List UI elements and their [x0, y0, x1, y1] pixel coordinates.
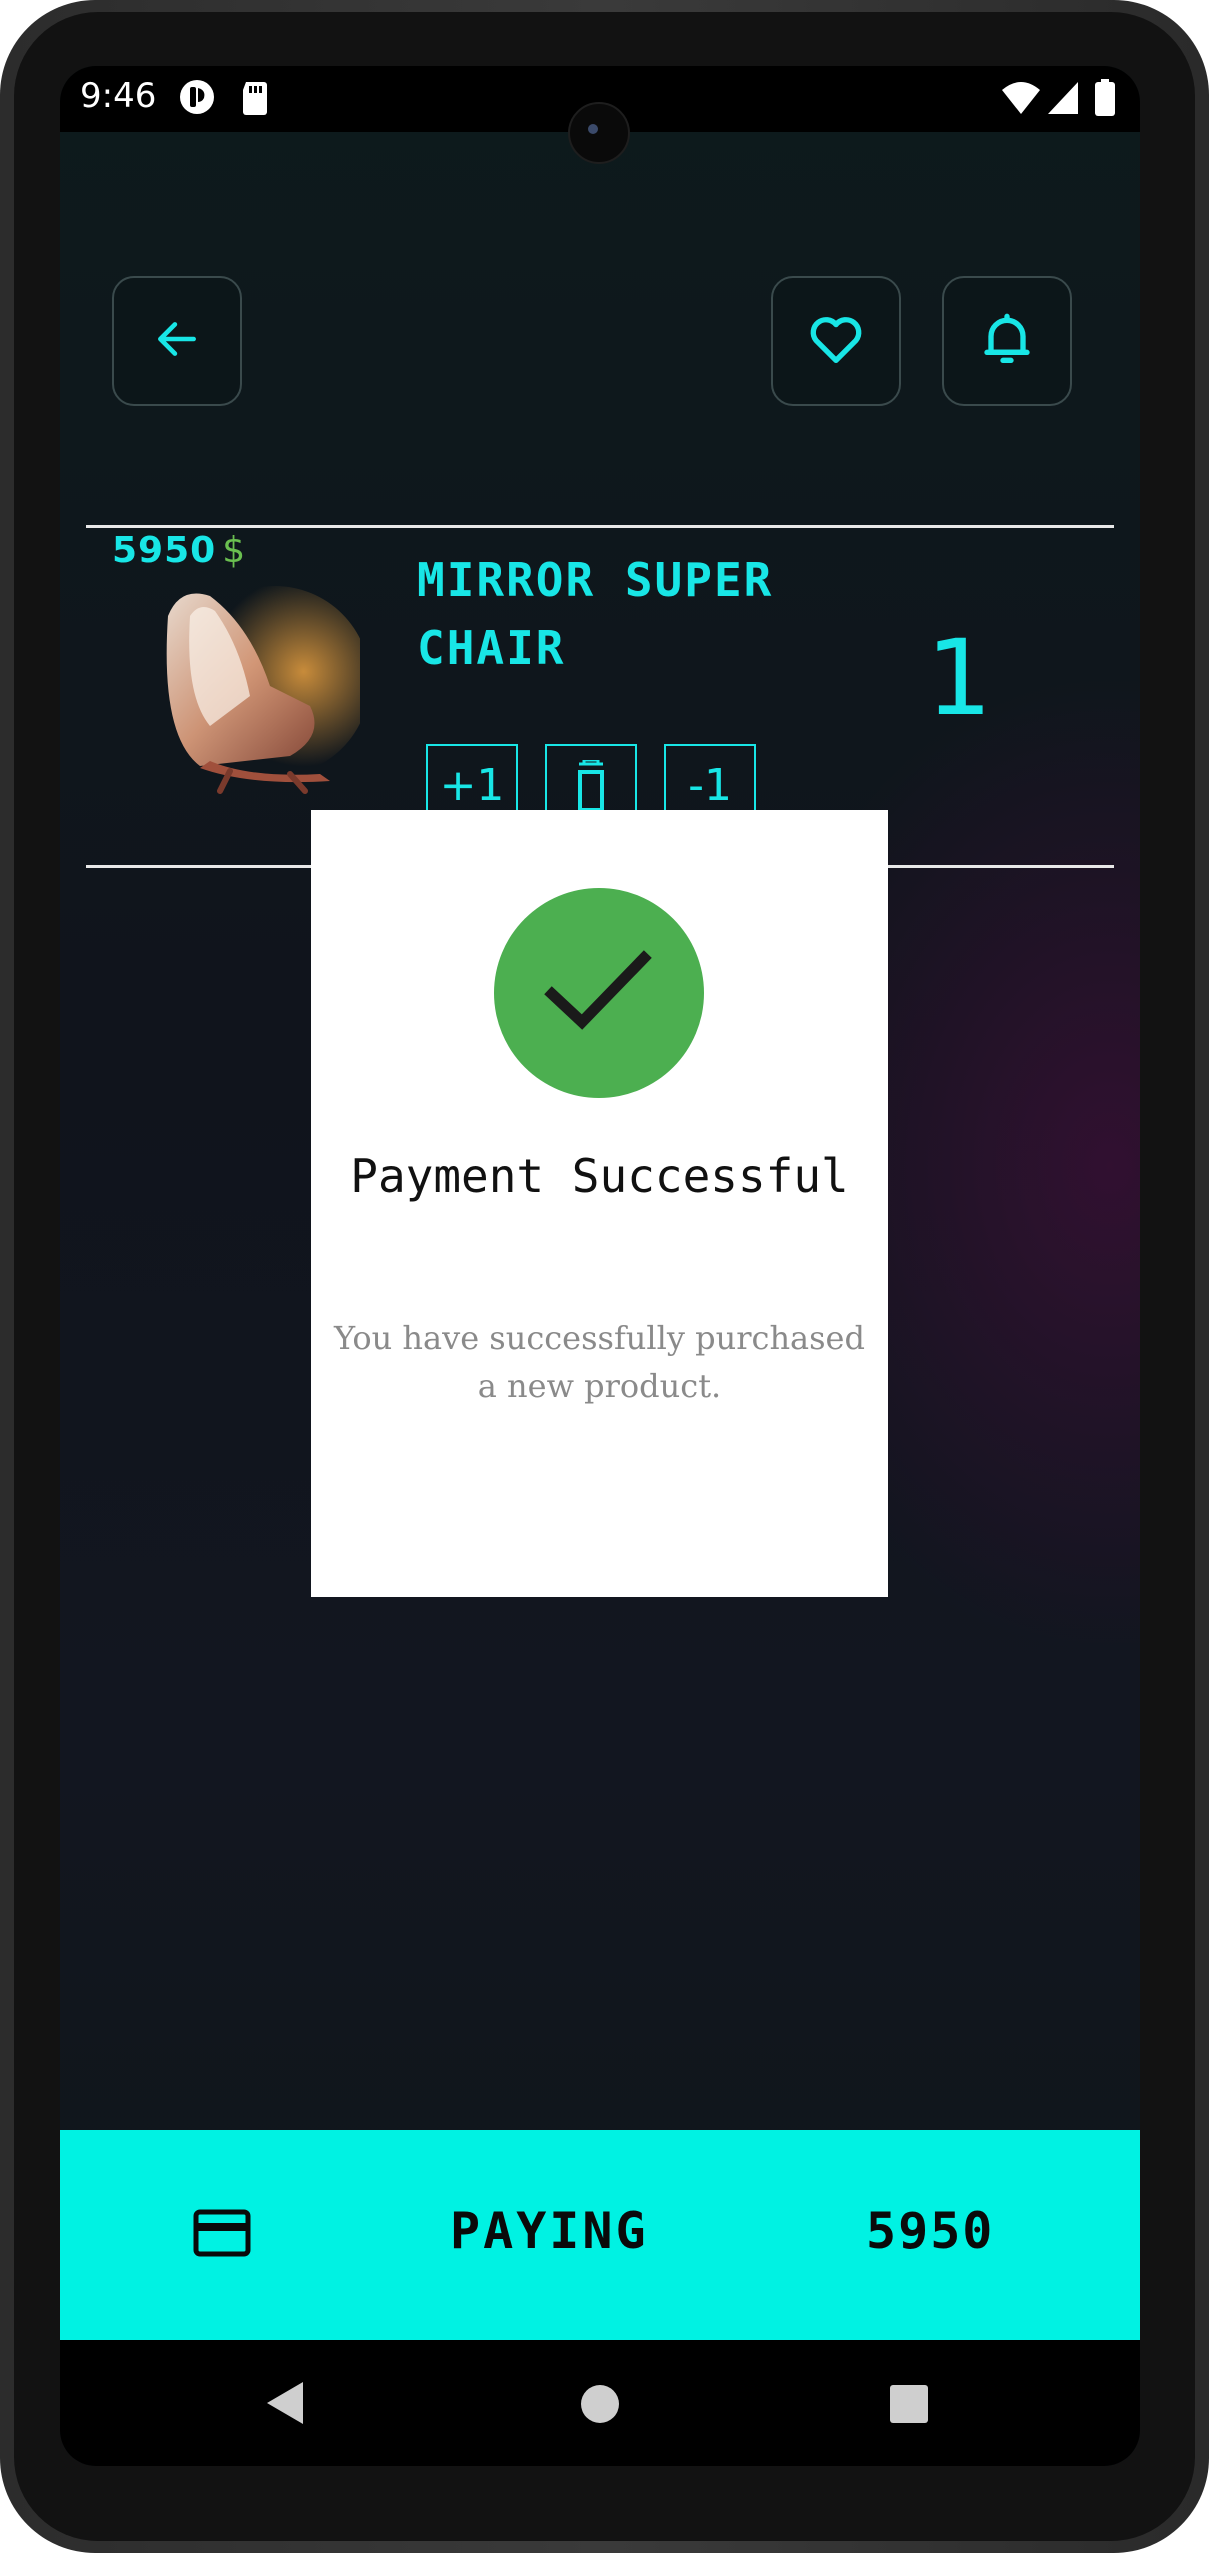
dialog-message: You have successfully purchased a new pr…	[334, 1319, 865, 1405]
sd-card-icon	[240, 78, 270, 120]
favorite-button[interactable]	[771, 276, 901, 406]
nav-back-button[interactable]	[265, 2380, 305, 2430]
signal-icon	[1046, 78, 1080, 120]
success-badge	[494, 888, 704, 1098]
arrow-left-icon	[152, 314, 202, 368]
screen: 9:46 5950 $ MIRROR SUPER CHAIR 1 +1 -1 P…	[60, 66, 1140, 2466]
battery-icon	[1094, 78, 1116, 122]
volume-button	[1202, 935, 1209, 1255]
dialog-title: Payment Successful	[350, 1149, 849, 1203]
pay-total: 5950	[866, 2202, 995, 2260]
pay-bar[interactable]: PAYING 5950	[60, 2130, 1140, 2340]
bell-icon	[975, 307, 1039, 375]
product-image	[140, 586, 370, 796]
nav-recents-button[interactable]	[890, 2385, 928, 2427]
price-value: 5950	[112, 530, 217, 571]
front-camera	[568, 102, 630, 164]
cart-item-divider-top	[86, 525, 1114, 528]
nav-home-button[interactable]	[580, 2384, 620, 2428]
back-button[interactable]	[112, 276, 242, 406]
app-notification-icon	[178, 78, 216, 120]
credit-card-icon	[193, 2209, 251, 2261]
payment-success-dialog: Payment Successful You have successfully…	[311, 810, 888, 1597]
power-button	[1202, 640, 1209, 800]
product-name: Mirror Super Chair	[417, 553, 774, 675]
cart-item-price: 5950 $	[112, 530, 246, 571]
currency-symbol: $	[222, 530, 247, 571]
heart-icon	[804, 307, 868, 375]
notification-button[interactable]	[942, 276, 1072, 406]
status-time: 9:46	[80, 76, 157, 116]
pay-label: PAYING	[450, 2202, 649, 2260]
wifi-icon	[1000, 78, 1042, 120]
phone-frame: 9:46 5950 $ MIRROR SUPER CHAIR 1 +1 -1 P…	[0, 0, 1209, 2553]
system-nav-bar	[60, 2340, 1140, 2466]
check-icon	[544, 946, 654, 1040]
item-quantity: 1	[926, 617, 993, 739]
